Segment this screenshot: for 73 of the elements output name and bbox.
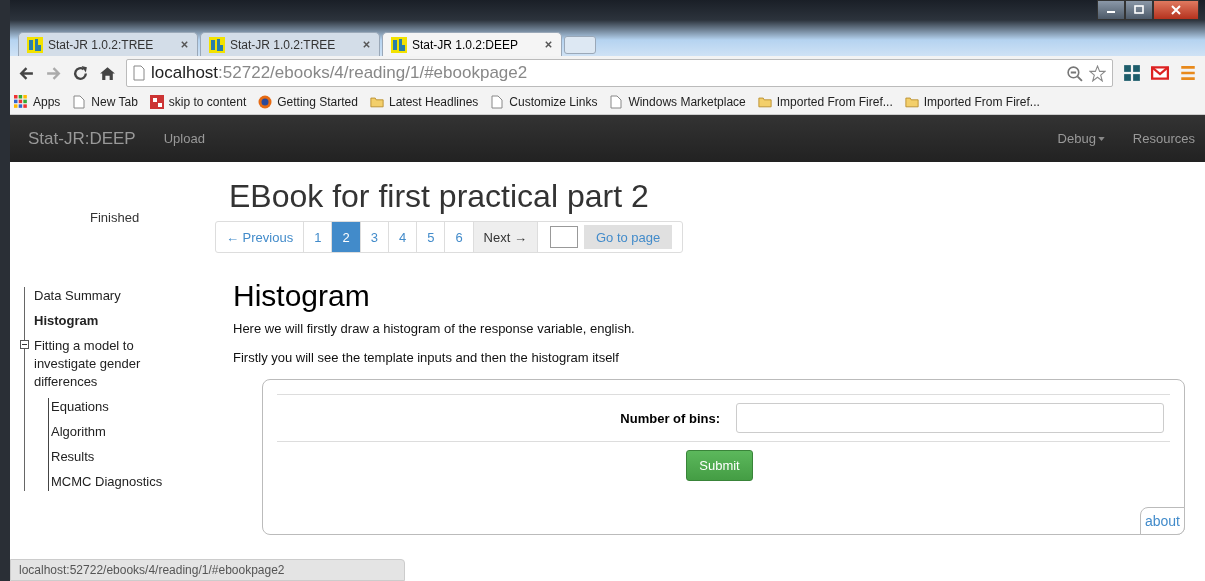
collapse-icon[interactable]	[20, 340, 29, 349]
page-icon	[72, 95, 87, 109]
status-text: Finished	[90, 210, 141, 225]
bookmark-item[interactable]: Imported From Firef...	[757, 95, 893, 109]
page-link[interactable]: 3	[360, 222, 389, 252]
statjr-logo-icon	[27, 36, 43, 53]
tree-item[interactable]: Histogram	[34, 312, 164, 330]
nav-link[interactable]: Upload	[163, 131, 205, 146]
folder-icon	[904, 95, 919, 109]
close-window-button[interactable]	[1153, 0, 1199, 20]
page-link[interactable]: 4	[388, 222, 418, 252]
browser-tab[interactable]: Stat-JR 1.0.2:TREE	[18, 32, 198, 56]
home-icon[interactable]	[99, 64, 116, 82]
tree-item[interactable]: Algorithm	[51, 423, 181, 441]
close-icon[interactable]	[544, 40, 553, 49]
page-link[interactable]: 6	[445, 222, 474, 252]
zoom-out-icon[interactable]	[1066, 64, 1083, 82]
tree-item[interactable]: Equations	[51, 398, 181, 416]
page-link[interactable]: 2	[332, 222, 361, 252]
page-link[interactable]: 5	[417, 222, 446, 252]
bookmark-item[interactable]: Imported From Firef...	[904, 95, 1040, 109]
address-bar[interactable]: localhost:52722/ebooks/4/reading/1/#ebookpage2	[126, 59, 1113, 87]
bookmark-item[interactable]: Customize Links	[490, 95, 598, 109]
bins-input-field[interactable]	[736, 403, 1164, 433]
bookmark-item[interactable]: New Tab	[72, 95, 138, 109]
maximize-icon	[1133, 5, 1145, 15]
field-label: Number of bins:	[620, 410, 720, 426]
nav-link[interactable]: Debug	[1057, 131, 1105, 146]
browser-tab[interactable]: Stat-JR 1.0.2:DEEP	[382, 32, 562, 56]
about-tab[interactable]: about	[1139, 507, 1185, 535]
mail-icon[interactable]	[1151, 64, 1169, 82]
page-link[interactable]: ← Previous	[216, 222, 305, 252]
page-link[interactable]: Next →	[473, 222, 538, 252]
caret-icon	[1097, 136, 1105, 141]
minimize-button[interactable]	[1097, 0, 1125, 20]
page-icon	[133, 65, 145, 81]
maximize-button[interactable]	[1125, 0, 1153, 20]
apps-grid-icon	[14, 95, 28, 109]
tree-item[interactable]: MCMC Diagnostics	[51, 473, 181, 491]
bookmark-item[interactable]: Windows Marketplace	[609, 95, 746, 109]
browser-tab[interactable]: Stat-JR 1.0.2:TREE	[200, 32, 380, 56]
brand-link[interactable]: Stat-JR:DEEP	[28, 128, 136, 149]
reload-icon[interactable]	[72, 64, 89, 82]
statjr-logo-icon	[209, 36, 225, 53]
paragraph: Firstly you will see the template inputs and then the histogram itself	[233, 350, 620, 365]
tree-item[interactable]: Data Summary	[34, 287, 164, 305]
close-icon[interactable]	[362, 40, 371, 49]
extension-icon[interactable]	[1123, 64, 1141, 82]
close-icon	[1170, 5, 1182, 15]
tab-title: Stat-JR 1.0.2:DEEP	[412, 37, 520, 52]
bookmark-item[interactable]: skip to content	[149, 95, 247, 109]
page-number-field[interactable]	[549, 226, 578, 248]
section-heading: Histogram	[233, 279, 371, 313]
tab-title: Stat-JR 1.0.2:TREE	[230, 37, 337, 52]
bookmark-item[interactable]: Getting Started	[258, 95, 358, 109]
folder-icon	[757, 95, 772, 109]
paragraph: Here we will firstly draw a histogram of the response variable, english.	[233, 321, 636, 336]
status-bar: localhost:52722/ebooks/4/reading/1/#ebookpage2	[10, 559, 405, 581]
tree-item[interactable]: Results	[51, 448, 181, 466]
close-icon[interactable]	[180, 40, 189, 49]
folder-icon	[369, 95, 384, 109]
tab-title: Stat-JR 1.0.2:TREE	[48, 37, 155, 52]
nav-link[interactable]: Resources	[1132, 131, 1195, 146]
ebook-title: EBook for first practical part 2	[229, 178, 650, 215]
globe-icon	[258, 95, 273, 109]
statjr-logo-icon	[391, 36, 407, 53]
bookmark-item[interactable]: Latest Headlines	[369, 95, 479, 109]
tree-item[interactable]: Fitting a model to investigate gender differences	[34, 337, 164, 391]
page-icon	[609, 95, 624, 109]
star-icon[interactable]	[1089, 64, 1106, 82]
site-icon	[149, 95, 164, 109]
bookmark-item[interactable]: Apps	[14, 95, 61, 109]
page-icon	[490, 95, 505, 109]
